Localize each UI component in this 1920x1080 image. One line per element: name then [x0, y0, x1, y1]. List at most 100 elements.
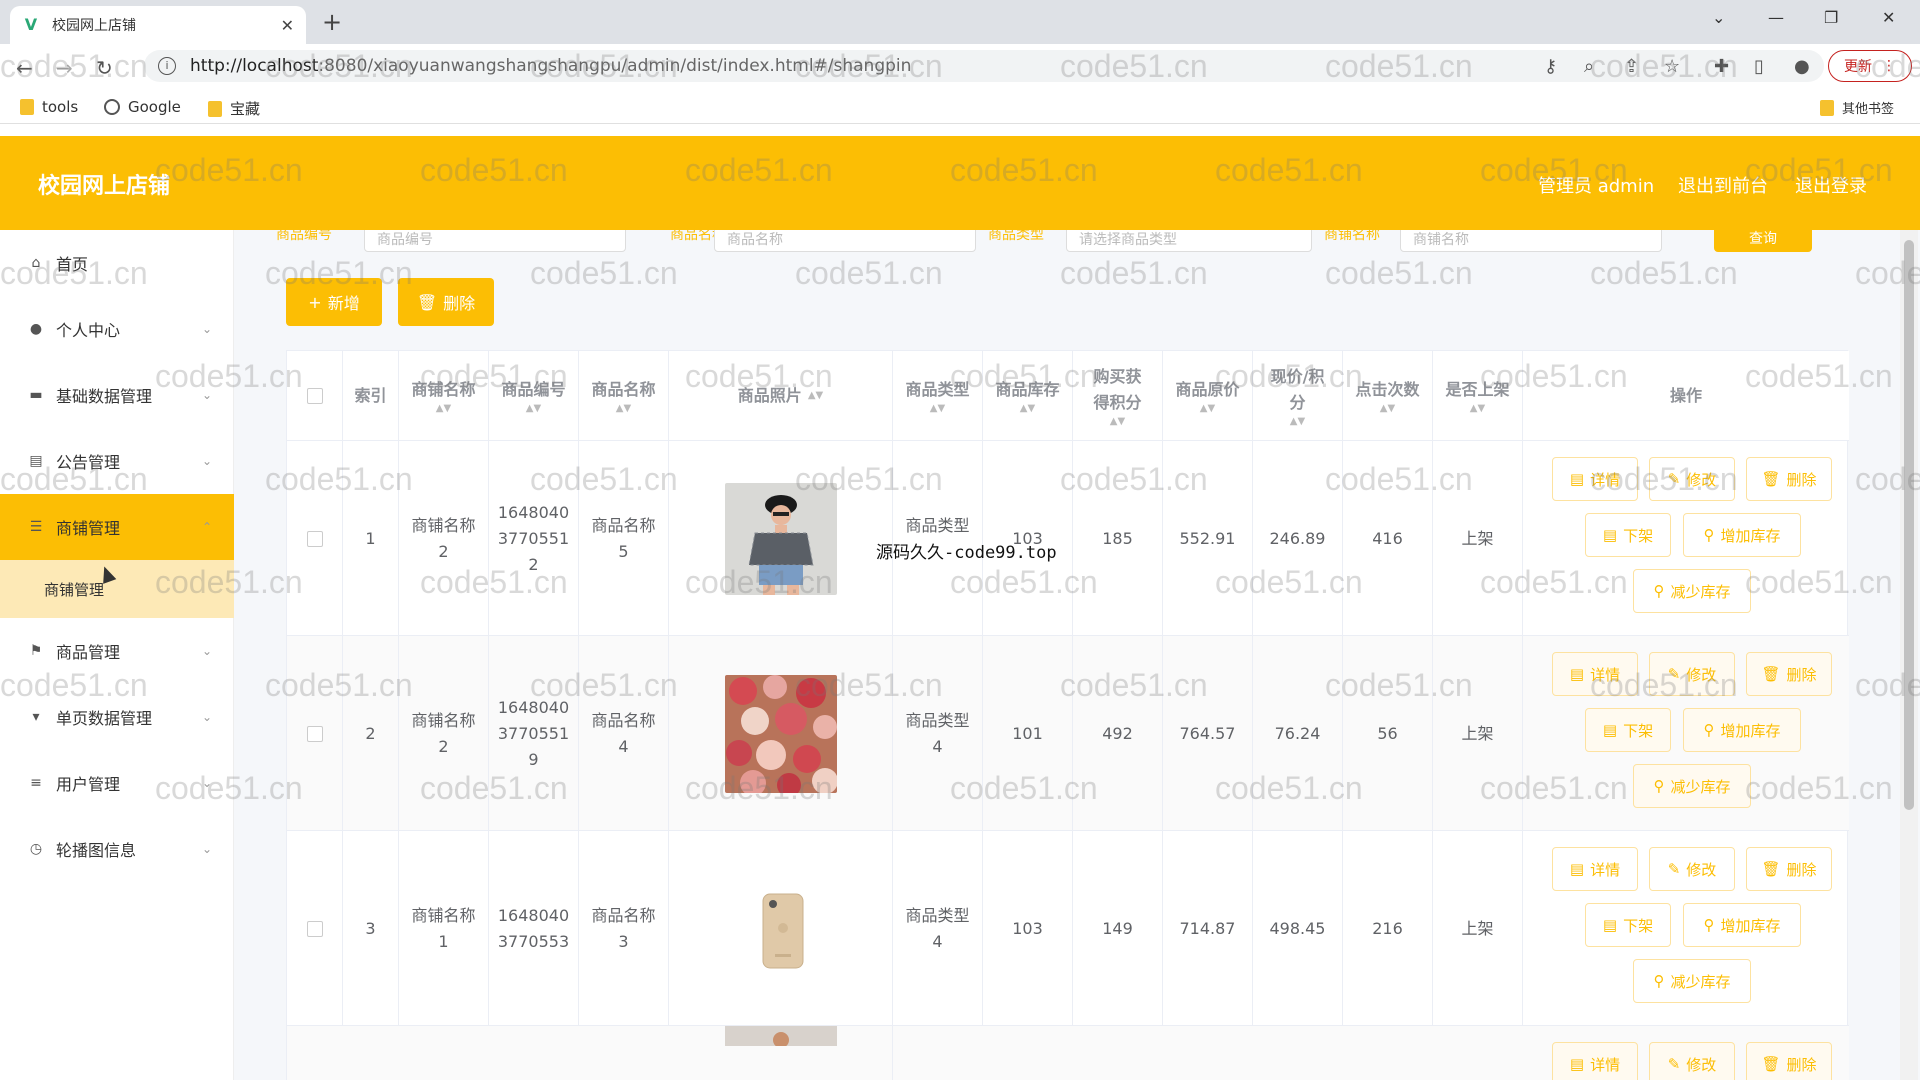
header-clicks[interactable]: 点击次数 ▲▼ [1343, 351, 1433, 441]
delete-button[interactable]: 🗑 删除 [1746, 652, 1832, 696]
logout-link[interactable]: 退出登录 [1795, 172, 1867, 198]
extensions-icon[interactable]: ✚ [1714, 56, 1729, 77]
sidepanel-icon[interactable]: ▯ [1754, 56, 1764, 77]
product-photo-phone[interactable] [724, 869, 837, 988]
detail-button[interactable]: ▤ 详情 [1552, 847, 1638, 891]
share-icon[interactable]: ⇪ [1624, 56, 1639, 77]
add-stock-button[interactable]: ⚲ 增加库存 [1683, 903, 1801, 947]
header-status[interactable]: 是否上架 ▲▼ [1433, 351, 1523, 441]
header-shop[interactable]: 商铺名称 ▲▼ [399, 351, 489, 441]
reduce-stock-button[interactable]: ⚲ 减少库存 [1633, 569, 1751, 613]
off-shelf-button[interactable]: ▤ 下架 [1585, 903, 1671, 947]
sort-icon[interactable]: ▲▼ [1380, 403, 1395, 415]
tab-search-chevron-icon[interactable]: ⌄ [1712, 8, 1725, 27]
sort-icon[interactable]: ▲▼ [1200, 403, 1215, 415]
header-orig-price[interactable]: 商品原价 ▲▼ [1163, 351, 1253, 441]
key-icon[interactable]: ⚷ [1544, 56, 1557, 77]
other-bookmarks[interactable]: 其他书签 [1820, 98, 1894, 117]
browser-tab[interactable]: V 校园网上店铺 ✕ [10, 6, 306, 44]
back-to-front-link[interactable]: 退出到前台 [1678, 172, 1768, 198]
edit-button[interactable]: ✎ 修改 [1649, 1042, 1735, 1080]
sidebar-item-shop[interactable]: ☰ 商铺管理 ⌃ [0, 494, 234, 560]
minimize-icon[interactable]: — [1768, 8, 1784, 27]
add-stock-button[interactable]: ⚲ 增加库存 [1683, 513, 1801, 557]
restore-icon[interactable]: ❐ [1824, 8, 1838, 27]
search-button[interactable]: 查询 [1714, 230, 1812, 252]
sort-icon[interactable]: ▲▼ [616, 403, 631, 415]
sort-icon[interactable]: ▲▼ [526, 403, 541, 415]
row-checkbox[interactable] [306, 530, 323, 547]
sidebar-item-home[interactable]: ⌂ 首页 [0, 230, 234, 296]
add-stock-button[interactable]: ⚲ 增加库存 [1683, 708, 1801, 752]
header-type[interactable]: 商品类型 ▲▼ [893, 351, 983, 441]
off-shelf-button[interactable]: ▤ 下架 [1585, 708, 1671, 752]
sort-icon[interactable]: ▲▼ [436, 403, 451, 415]
product-photo-roses[interactable] [724, 674, 837, 793]
pin-icon: ⚲ [1653, 777, 1665, 795]
url-field[interactable]: i http://localhost:8080/xiaoyuanwangshan… [144, 50, 1824, 82]
header-label: 商品类型 [905, 380, 970, 399]
sidebar-subitem-shop[interactable]: 商铺管理 [0, 560, 234, 618]
sort-icon[interactable]: ▲▼ [808, 390, 823, 402]
row-checkbox[interactable] [306, 920, 323, 937]
reload-icon[interactable]: ↻ [96, 56, 113, 80]
product-photo-partial[interactable] [724, 1026, 837, 1046]
edit-button[interactable]: ✎ 修改 [1649, 847, 1735, 891]
sidebar-item-notice[interactable]: ▤ 公告管理 ⌄ [0, 428, 234, 494]
delete-button[interactable]: 🗑 删除 [1746, 847, 1832, 891]
sort-icon[interactable]: ▲▼ [1470, 403, 1485, 415]
header-stock[interactable]: 商品库存 ▲▼ [983, 351, 1073, 441]
profile-icon[interactable]: ● [1794, 56, 1810, 77]
sidebar-item-users[interactable]: ≡ 用户管理 ⌄ [0, 750, 234, 816]
edit-button[interactable]: ✎ 修改 [1649, 652, 1735, 696]
bookmark-treasure[interactable]: 宝藏 [208, 98, 260, 119]
sidebar-item-single-page[interactable]: ▾ 单页数据管理 ⌄ [0, 684, 234, 750]
star-icon[interactable]: ☆ [1664, 56, 1680, 77]
zoom-icon[interactable]: ⌕ [1584, 56, 1594, 77]
delete-button[interactable]: 🗑 删除 [1746, 457, 1832, 501]
forward-icon[interactable]: → [56, 56, 73, 80]
delete-button[interactable]: 🗑 删除 [1746, 1042, 1832, 1080]
bookmark-tools[interactable]: tools [20, 98, 78, 116]
reduce-stock-button[interactable]: ⚲ 减少库存 [1633, 959, 1751, 1003]
sort-icon[interactable]: ▲▼ [1290, 416, 1305, 428]
cell-orig-price: 764.57 [1163, 636, 1253, 831]
window-close-icon[interactable]: ✕ [1882, 8, 1895, 27]
batch-delete-button[interactable]: 🗑 删除 [398, 278, 494, 326]
sidebar-item-goods[interactable]: ⚑ 商品管理 ⌄ [0, 618, 234, 684]
sidebar-item-basic-data[interactable]: ▬ 基础数据管理 ⌄ [0, 362, 234, 428]
header-name[interactable]: 商品名称 ▲▼ [579, 351, 669, 441]
cell-shop: 商铺名称2 [399, 636, 489, 831]
sidebar-item-personal[interactable]: ● 个人中心 ⌄ [0, 296, 234, 362]
search-select-type[interactable]: 请选择商品类型 [1066, 230, 1312, 252]
search-input-shop[interactable]: 商铺名称 [1400, 230, 1662, 252]
header-code[interactable]: 商品编号 ▲▼ [489, 351, 579, 441]
row-checkbox[interactable] [306, 725, 323, 742]
info-icon[interactable]: i [158, 57, 176, 75]
bookmark-google[interactable]: Google [104, 98, 181, 116]
sidebar-item-carousel[interactable]: ◷ 轮播图信息 ⌄ [0, 816, 234, 882]
sort-icon[interactable]: ▲▼ [930, 403, 945, 415]
update-button[interactable]: 更新 ⋮ [1828, 50, 1912, 82]
edit-button[interactable]: ✎ 修改 [1649, 457, 1735, 501]
header-price[interactable]: 现价/积分 ▲▼ [1253, 351, 1343, 441]
off-shelf-button[interactable]: ▤ 下架 [1585, 513, 1671, 557]
back-icon[interactable]: ← [16, 56, 33, 80]
reduce-stock-button[interactable]: ⚲ 减少库存 [1633, 764, 1751, 808]
header-photo[interactable]: 商品照片 ▲▼ [669, 351, 893, 441]
search-input-name[interactable]: 商品名称 [714, 230, 976, 252]
search-input-code[interactable]: 商品编号 [364, 230, 626, 252]
header-points[interactable]: 购买获得积分 ▲▼ [1073, 351, 1163, 441]
sort-icon[interactable]: ▲▼ [1110, 416, 1125, 428]
detail-button[interactable]: ▤ 详情 [1552, 652, 1638, 696]
scroll-thumb[interactable] [1904, 240, 1914, 810]
close-tab-icon[interactable]: ✕ [281, 16, 294, 35]
add-button[interactable]: + 新增 [286, 278, 382, 326]
page-scrollbar[interactable] [1900, 230, 1918, 1080]
select-all-checkbox[interactable] [306, 388, 323, 404]
new-tab-icon[interactable]: + [322, 8, 342, 36]
product-photo-girl[interactable] [724, 482, 837, 595]
detail-button[interactable]: ▤ 详情 [1552, 457, 1638, 501]
sort-icon[interactable]: ▲▼ [1020, 403, 1035, 415]
detail-button[interactable]: ▤ 详情 [1552, 1042, 1638, 1080]
